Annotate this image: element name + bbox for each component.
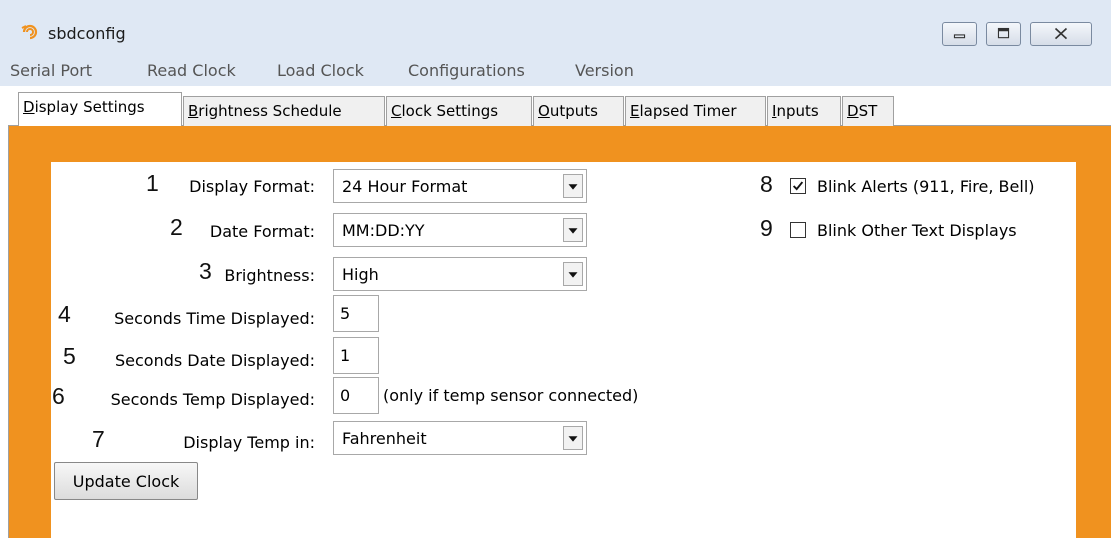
tab-label: utputs: [549, 102, 598, 120]
maximize-icon: [997, 27, 1010, 39]
tab-dst[interactable]: DST: [842, 96, 894, 126]
close-icon: [1054, 27, 1068, 40]
tab-brightness-schedule[interactable]: Brightness Schedule: [183, 96, 385, 126]
seconds-date-label: Seconds Date Displayed:: [115, 351, 315, 370]
brightness-select[interactable]: High: [333, 257, 587, 291]
display-format-label: Display Format:: [189, 177, 315, 196]
chevron-down-icon: [568, 228, 578, 234]
tab-clock-settings[interactable]: Clock Settings: [386, 96, 532, 126]
callout-number: 9: [760, 215, 773, 241]
callout-number: 8: [760, 171, 773, 197]
tab-inputs[interactable]: Inputs: [767, 96, 841, 126]
temp-unit-label: Display Temp in:: [183, 433, 315, 452]
tab-mnemonic: D: [23, 98, 35, 116]
seconds-temp-label: Seconds Temp Displayed:: [110, 390, 315, 409]
tab-outputs[interactable]: Outputs: [533, 96, 624, 126]
tab-label: isplay Settings: [34, 98, 145, 116]
tab-display-settings[interactable]: Display Settings: [18, 92, 182, 126]
dropdown-button[interactable]: [563, 174, 583, 198]
title-bar: sbdconfig: [0, 0, 1111, 58]
seconds-temp-field[interactable]: [333, 377, 379, 414]
tab-mnemonic: D: [847, 102, 859, 120]
temp-sensor-note: (only if temp sensor connected): [383, 386, 639, 405]
callout-number: 5: [63, 343, 76, 369]
callout-number: 6: [52, 383, 65, 409]
seconds-temp-input[interactable]: [334, 378, 378, 413]
checkmark-icon: [792, 181, 804, 191]
seconds-date-input[interactable]: [334, 338, 378, 373]
callout-number: 2: [170, 214, 183, 240]
tab-mnemonic: O: [538, 102, 550, 120]
tab-label: lapsed Timer: [639, 102, 737, 120]
tab-mnemonic: B: [188, 102, 199, 120]
blink-other-checkbox[interactable]: [790, 222, 806, 238]
callout-number: 4: [58, 301, 71, 327]
display-format-select[interactable]: 24 Hour Format: [333, 169, 587, 203]
blink-alerts-checkbox[interactable]: [790, 178, 806, 194]
tab-elapsed-timer[interactable]: Elapsed Timer: [625, 96, 766, 126]
blink-other-label: Blink Other Text Displays: [817, 221, 1017, 240]
swirl-app-icon: [21, 24, 38, 40]
selected-value: MM:DD:YY: [342, 221, 425, 240]
chevron-down-icon: [568, 184, 578, 190]
seconds-date-field[interactable]: [333, 337, 379, 374]
menu-version[interactable]: Version: [575, 61, 634, 80]
menu-configurations[interactable]: Configurations: [408, 61, 525, 80]
tab-label: ST: [858, 102, 878, 120]
minimize-button[interactable]: [942, 22, 977, 46]
callout-number: 3: [199, 258, 212, 284]
minimize-icon: [953, 34, 966, 39]
tab-label: nputs: [776, 102, 819, 120]
chevron-down-icon: [568, 436, 578, 442]
tab-label: lock Settings: [401, 102, 499, 120]
menu-read-clock[interactable]: Read Clock: [147, 61, 236, 80]
date-format-label: Date Format:: [209, 222, 315, 241]
dropdown-button[interactable]: [563, 218, 583, 242]
date-format-select[interactable]: MM:DD:YY: [333, 213, 587, 247]
callout-number: 1: [146, 170, 159, 196]
tab-mnemonic: C: [391, 102, 402, 120]
brightness-label: Brightness:: [224, 266, 315, 285]
selected-value: 24 Hour Format: [342, 177, 468, 196]
selected-value: High: [342, 265, 379, 284]
callout-number: 7: [92, 426, 105, 452]
chevron-down-icon: [568, 272, 578, 278]
seconds-time-field[interactable]: [333, 295, 379, 332]
menu-load-clock[interactable]: Load Clock: [277, 61, 364, 80]
menu-serial-port[interactable]: Serial Port: [10, 61, 92, 80]
selected-value: Fahrenheit: [342, 429, 427, 448]
close-button[interactable]: [1030, 22, 1092, 46]
dropdown-button[interactable]: [563, 426, 583, 450]
seconds-time-input[interactable]: [334, 296, 378, 331]
tab-label: rightness Schedule: [198, 102, 342, 120]
temp-unit-select[interactable]: Fahrenheit: [333, 421, 587, 455]
dropdown-button[interactable]: [563, 262, 583, 286]
maximize-button[interactable]: [986, 22, 1021, 46]
blink-alerts-label: Blink Alerts (911, Fire, Bell): [817, 177, 1035, 196]
update-clock-button[interactable]: Update Clock: [54, 462, 198, 500]
seconds-time-label: Seconds Time Displayed:: [114, 309, 315, 328]
window-title: sbdconfig: [48, 24, 126, 43]
menu-bar: Serial Port Read Clock Load Clock Config…: [0, 58, 1111, 86]
